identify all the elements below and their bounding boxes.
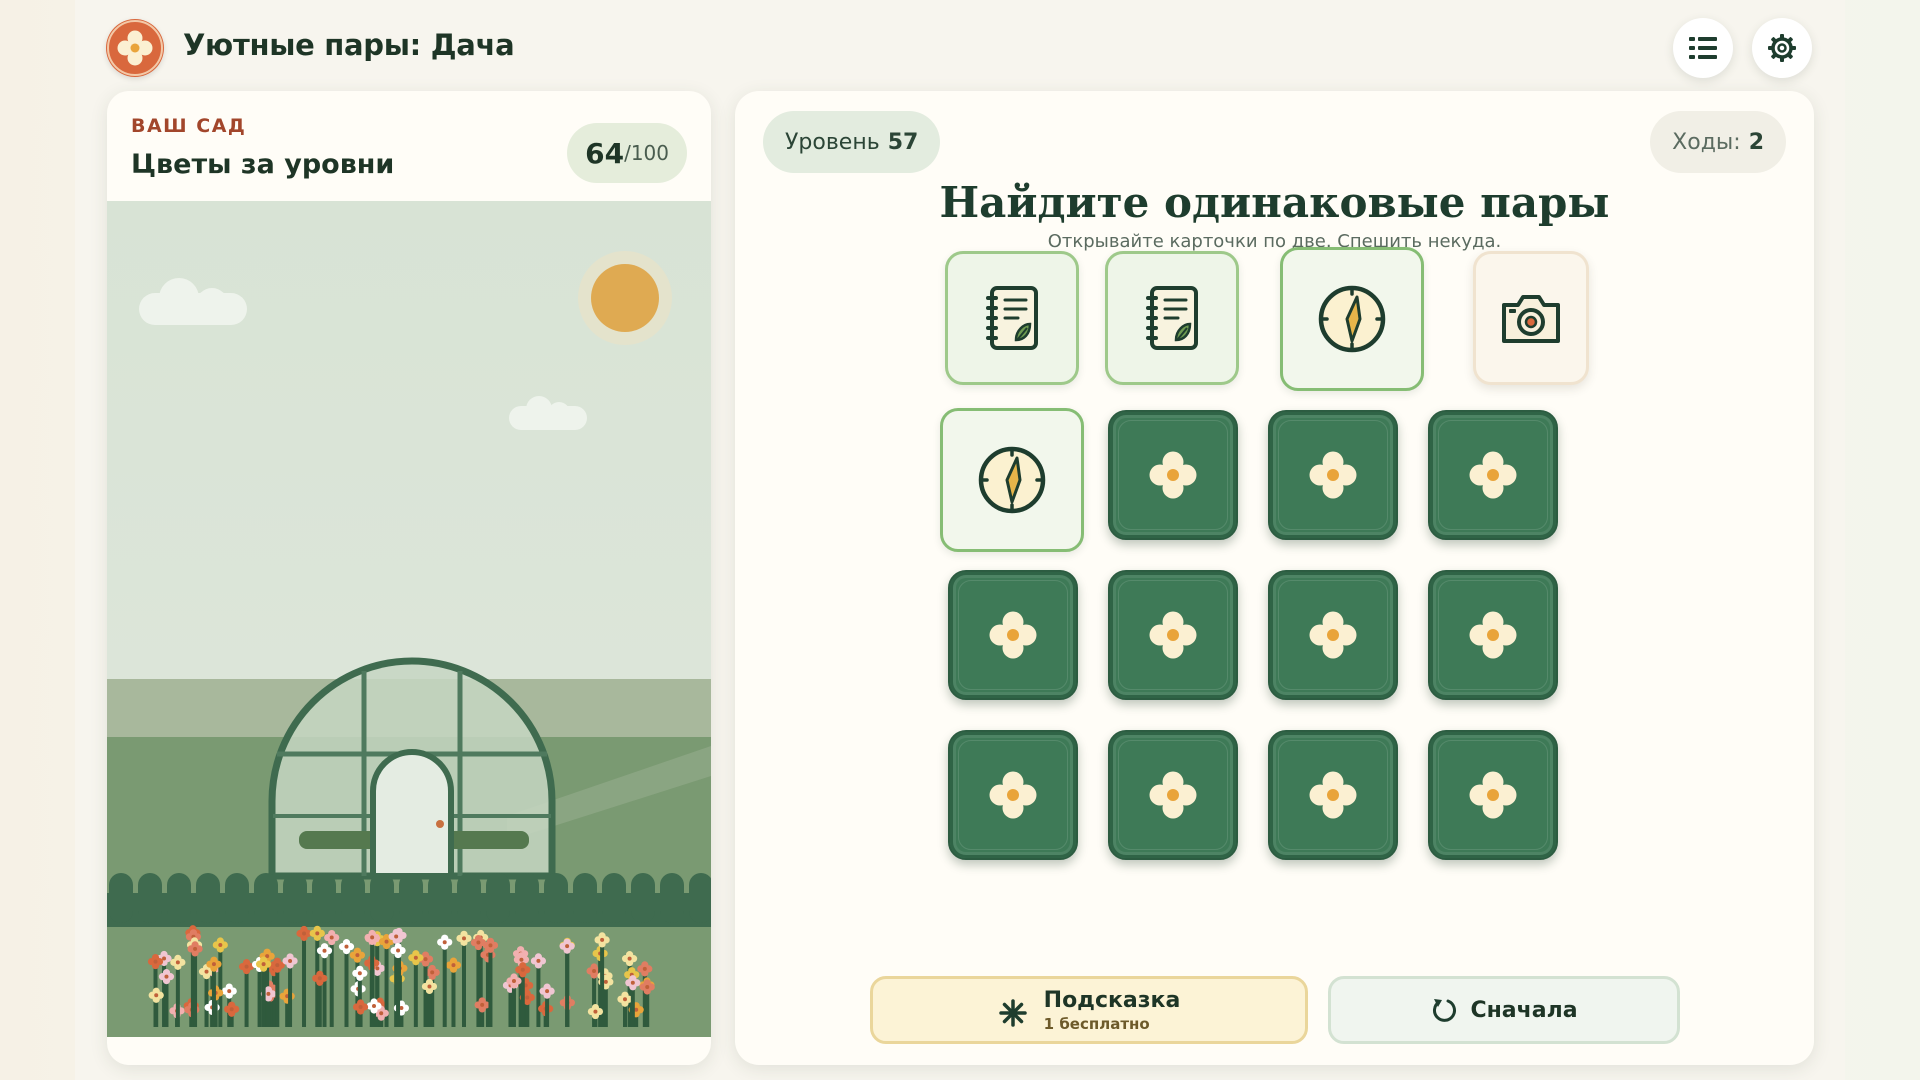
memory-card[interactable] <box>945 251 1079 385</box>
memory-card[interactable] <box>1473 251 1589 385</box>
memory-card[interactable] <box>1268 730 1398 860</box>
garden-kicker: ВАШ САД <box>131 115 247 137</box>
flower-icon <box>1143 445 1203 505</box>
memory-card[interactable] <box>1280 247 1424 391</box>
flower-icon <box>983 605 1043 665</box>
notebook-icon <box>1140 282 1204 354</box>
hint-label: Подсказка <box>1043 987 1181 1013</box>
gear-icon <box>1768 34 1796 62</box>
flower-icon <box>1143 605 1203 665</box>
garden-panel: ВАШ САД Цветы за уровни 64 /100 <box>107 91 711 1065</box>
memory-card[interactable] <box>1268 410 1398 540</box>
memory-card[interactable] <box>1428 730 1558 860</box>
card-grid <box>735 91 1814 1065</box>
flower-icon <box>1303 445 1363 505</box>
garden-progress-max: /100 <box>624 141 669 165</box>
hint-free-count: 1 бесплатно <box>1043 1014 1150 1033</box>
memory-card[interactable] <box>1428 570 1558 700</box>
flower-icon <box>1463 605 1523 665</box>
garden-title: Цветы за уровни <box>131 149 395 180</box>
notebook-icon <box>980 282 1044 354</box>
memory-card[interactable] <box>1108 730 1238 860</box>
restart-label: Сначала <box>1470 997 1578 1023</box>
memory-card[interactable] <box>1268 570 1398 700</box>
garden-illustration <box>107 201 711 1037</box>
memory-card[interactable] <box>1108 410 1238 540</box>
flower-icon <box>1303 765 1363 825</box>
list-icon <box>1689 37 1717 59</box>
sun <box>591 264 659 332</box>
restart-button[interactable]: Сначала <box>1328 976 1680 1044</box>
compass-icon <box>976 444 1048 516</box>
menu-button[interactable] <box>1673 18 1733 78</box>
garden-progress-current: 64 <box>585 136 625 170</box>
flower-icon <box>1463 445 1523 505</box>
compass-icon <box>1316 283 1388 355</box>
memory-card[interactable] <box>948 570 1078 700</box>
memory-card[interactable] <box>940 408 1084 552</box>
restart-icon <box>1433 999 1457 1022</box>
flower-logo-icon <box>106 19 164 77</box>
memory-card[interactable] <box>1428 410 1558 540</box>
memory-card[interactable] <box>1108 570 1238 700</box>
hint-button[interactable]: Подсказка 1 бесплатно <box>870 976 1308 1044</box>
app-title: Уютные пары: Дача <box>183 28 515 62</box>
flower-icon <box>1463 765 1523 825</box>
settings-button[interactable] <box>1752 18 1812 78</box>
flower-icon <box>1143 765 1203 825</box>
memory-card[interactable] <box>948 730 1078 860</box>
board-panel: Уровень 57 Ходы: 2 Найдите одинаковые па… <box>735 91 1814 1065</box>
garden-progress-badge: 64 /100 <box>567 123 687 183</box>
memory-card[interactable] <box>1105 251 1239 385</box>
sparkle-icon <box>998 999 1027 1027</box>
flower-icon <box>983 765 1043 825</box>
camera-icon <box>1498 289 1564 347</box>
flower-icon <box>1303 605 1363 665</box>
